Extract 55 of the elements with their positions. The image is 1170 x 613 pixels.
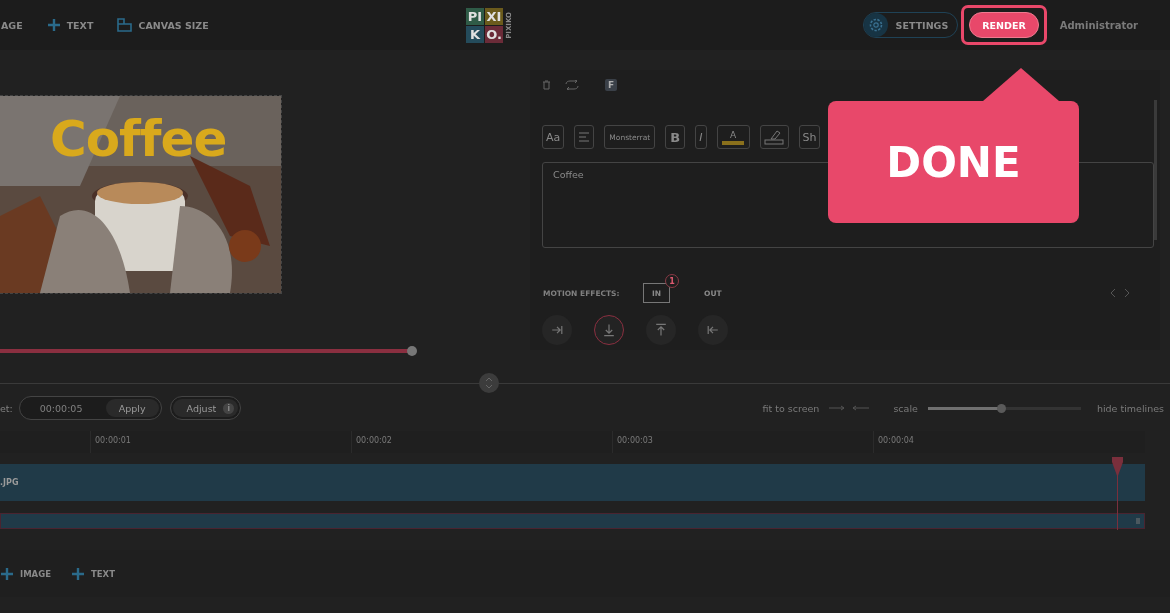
adjust-toggle[interactable]: Adjust i <box>169 396 242 420</box>
resize-handle[interactable] <box>479 373 499 393</box>
count-badge: 1 <box>665 274 680 288</box>
hide-timelines-link[interactable]: hide timelines <box>1096 402 1164 414</box>
effect-button[interactable] <box>542 315 572 345</box>
canvas-icon <box>117 18 133 32</box>
eraser-icon <box>764 129 784 145</box>
align-button[interactable] <box>574 125 595 149</box>
plus-icon <box>46 18 61 32</box>
previous-icon[interactable] <box>1110 288 1116 298</box>
time-tick: 00:00:04 <box>873 431 1134 453</box>
info-icon: i <box>223 402 235 414</box>
time-tick: 00:00:02 <box>351 431 612 453</box>
align-icon <box>578 132 591 142</box>
italic-button[interactable]: I <box>695 125 707 149</box>
swap-icon <box>565 80 579 90</box>
scale-slider[interactable] <box>927 406 1081 410</box>
toolbar-button[interactable]: B <box>665 125 686 149</box>
image-track[interactable]: .JPG <box>0 464 1145 501</box>
add-item-button[interactable]: TEXT <box>91 568 115 579</box>
render-button[interactable]: RENDER <box>969 12 1039 38</box>
toolbar-button[interactable]: Sh <box>798 125 821 149</box>
arrow-icon <box>653 322 669 338</box>
duration-field[interactable]: 00:00:05 Apply <box>18 396 162 420</box>
toolbar-item[interactable]: TEXT <box>66 19 94 31</box>
arrow-icon <box>601 322 617 338</box>
done-callout: DONE <box>828 68 1079 223</box>
time-tick: 00:00:01 <box>90 431 351 453</box>
chevrons-icon <box>485 377 493 389</box>
logo: PI XI K O. <box>466 7 503 43</box>
trash-icon <box>542 80 551 90</box>
fit-icon[interactable] <box>829 405 870 411</box>
settings-icon <box>867 17 884 33</box>
toolbar-button[interactable]: Aa <box>542 125 565 149</box>
font-badge[interactable]: F <box>605 79 618 91</box>
text-color-button[interactable]: A <box>716 125 750 149</box>
duration-label: et: <box>0 402 13 414</box>
effect-button[interactable] <box>594 315 624 345</box>
apply-button[interactable]: Apply <box>105 399 159 417</box>
plus-icon <box>0 566 14 581</box>
effect-button[interactable] <box>698 315 728 345</box>
toolbar-item[interactable]: AGE <box>1 19 23 31</box>
clip-track[interactable] <box>0 513 1145 529</box>
add-item-button[interactable]: IMAGE <box>20 568 51 579</box>
user-menu[interactable]: Administrator <box>1059 19 1138 31</box>
toolbar-item[interactable]: CANVAS SIZE <box>138 19 209 31</box>
fit-to-screen-link[interactable]: fit to screen <box>762 402 820 414</box>
eraser-button[interactable] <box>759 125 789 149</box>
playhead[interactable] <box>1111 457 1124 530</box>
next-icon[interactable] <box>1124 288 1130 298</box>
plus-icon <box>71 566 85 581</box>
effect-button[interactable] <box>646 315 676 345</box>
grip-icon <box>1136 518 1140 524</box>
scale-label: scale <box>893 402 918 414</box>
time-tick: 00:00:03 <box>612 431 873 453</box>
